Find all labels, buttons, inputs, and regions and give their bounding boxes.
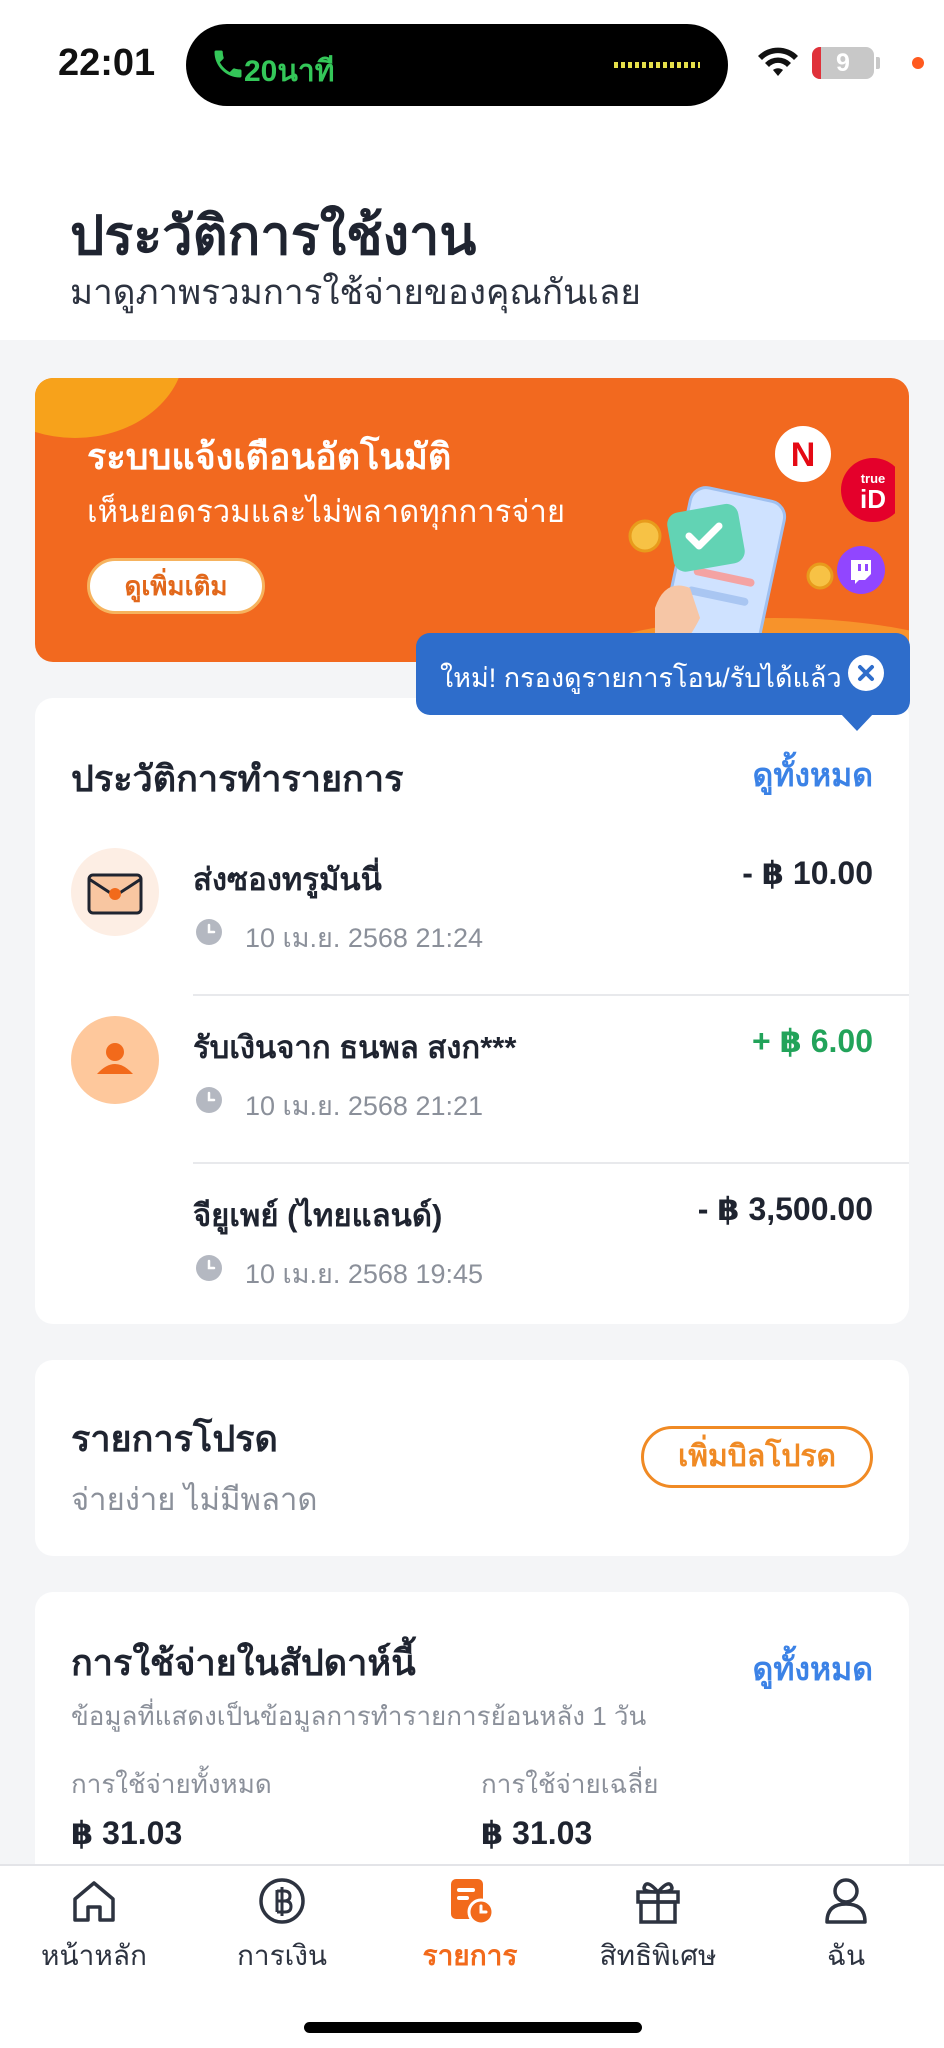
page-header: ประวัติการใช้งาน มาดูภาพรวมการใช้จ่ายของ… [0, 120, 944, 340]
svg-text:iD: iD [860, 484, 886, 514]
tooltip-text: ใหม่! กรองดูรายการโอน/รับได้แล้ว [440, 663, 842, 693]
baht-coin-icon [259, 1878, 305, 1924]
wifi-icon [758, 47, 798, 76]
transaction-amount: + ฿ 6.00 [751, 1023, 873, 1059]
close-icon [858, 665, 874, 681]
transaction-amount: - ฿ 3,500.00 [697, 1191, 873, 1227]
twitch-logo-icon [837, 546, 885, 594]
tab-profile[interactable]: ฉัน [752, 1874, 940, 1978]
auto-notification-banner[interactable]: ระบบแจ้งเตือนอัตโนมัติ เห็นยอดรวมและไม่พ… [35, 378, 909, 662]
battery-icon: 9 [812, 47, 874, 79]
favorites-card: รายการโปรด จ่ายง่าย ไม่มีพลาด เพิ่มบิลโป… [35, 1360, 909, 1556]
banner-title: ระบบแจ้งเตือนอัตโนมัติ [87, 436, 452, 477]
average-spending-value: ฿ 31.03 [481, 1815, 593, 1851]
transaction-amount: - ฿ 10.00 [742, 855, 873, 891]
battery-level: 9 [836, 49, 850, 77]
gift-icon [636, 1882, 680, 1924]
clock-icon [196, 1255, 222, 1281]
privacy-indicator-dot [912, 57, 924, 69]
transaction-history-card: ประวัติการทำรายการ ดูทั้งหมด ส่งซองทรูมั… [35, 698, 909, 1324]
transaction-time: 10 เม.ย. 2568 19:45 [245, 1259, 484, 1289]
battery-nub [876, 57, 880, 69]
tab-finance-label: การเงิน [236, 1940, 328, 1971]
tooltip-close-button[interactable] [848, 655, 884, 691]
average-spending-label: การใช้จ่ายเฉลี่ย [481, 1769, 659, 1799]
weekly-spending-title: การใช้จ่ายในสัปดาห์นี้ [71, 1642, 416, 1683]
tab-home[interactable]: หน้าหลัก [0, 1874, 188, 1978]
call-waveform [614, 62, 700, 68]
tab-home-label: หน้าหลัก [41, 1940, 147, 1971]
transaction-row[interactable]: รับเงินจาก ธนพล สงก*** 10 เม.ย. 2568 21:… [35, 996, 909, 1164]
envelope-icon [87, 873, 143, 915]
transaction-row[interactable]: จียูเพย์ (ไทยแลนด์) 10 เม.ย. 2568 19:45 … [35, 1164, 909, 1332]
phone-payment-illustration: N true iD [628, 426, 895, 662]
trueid-logo-icon: true iD [841, 458, 895, 522]
transaction-history-title: ประวัติการทำรายการ [71, 758, 404, 799]
see-more-button[interactable]: ดูเพิ่มเติม [87, 558, 265, 614]
tab-transactions[interactable]: รายการ [376, 1874, 564, 1978]
tab-privileges-label: สิทธิพิเศษ [599, 1940, 717, 1971]
weekly-spending-card: การใช้จ่ายในสัปดาห์นี้ ดูทั้งหมด ข้อมูลท… [35, 1592, 909, 1892]
page-subtitle: มาดูภาพรวมการใช้จ่ายของคุณกันเลย [70, 273, 641, 312]
transaction-name: จียูเพย์ (ไทยแลนด์) [193, 1198, 443, 1233]
favorites-subtitle: จ่ายง่าย ไม่มีพลาด [71, 1482, 318, 1517]
transaction-avatar [71, 848, 159, 936]
new-filter-tooltip: ใหม่! กรองดูรายการโอน/รับได้แล้ว [416, 633, 910, 715]
transaction-name: รับเงินจาก ธนพล สงก*** [193, 1030, 517, 1065]
weekly-spending-subtitle: ข้อมูลที่แสดงเป็นข้อมูลการทำรายการย้อนหล… [71, 1701, 647, 1731]
home-icon [73, 1881, 115, 1922]
transaction-list: ส่งซองทรูมันนี่ 10 เม.ย. 2568 21:24 - ฿ … [35, 828, 909, 1332]
status-time: 22:01 [58, 42, 156, 84]
tooltip-arrow [840, 713, 874, 731]
tab-profile-label: ฉัน [826, 1940, 866, 1971]
view-all-spending-link[interactable]: ดูทั้งหมด [753, 1644, 873, 1695]
banner-subtitle: เห็นยอดรวมและไม่พลาดทุกการจ่าย [87, 494, 566, 529]
view-all-transactions-link[interactable]: ดูทั้งหมด [753, 750, 873, 801]
call-duration: 20นาที [244, 55, 335, 88]
dynamic-island-call[interactable]: 20นาที [186, 24, 728, 106]
bottom-tab-bar: หน้าหลัก การเงิน รายการ สิทธิพิเศษ ฉัน [0, 1864, 944, 2048]
tab-privileges[interactable]: สิทธิพิเศษ [564, 1874, 752, 1978]
home-indicator [304, 2022, 642, 2033]
clock-icon [196, 1087, 222, 1113]
transaction-time: 10 เม.ย. 2568 21:24 [245, 923, 484, 953]
status-bar: 22:01 20นาที 9 [0, 0, 944, 120]
person-icon [97, 1043, 133, 1074]
phone-icon [214, 50, 242, 78]
transaction-name: ส่งซองทรูมันนี่ [193, 862, 382, 897]
total-spending-value: ฿ 31.03 [71, 1815, 183, 1851]
netflix-logo-icon: N [775, 426, 831, 482]
favorites-title: รายการโปรด [71, 1418, 278, 1459]
clock-icon [196, 919, 222, 945]
tab-transactions-label: รายการ [422, 1940, 518, 1971]
history-list-icon [451, 1879, 495, 1926]
transaction-avatar [71, 1016, 159, 1104]
svg-text:N: N [791, 436, 816, 474]
add-favorite-bill-button[interactable]: เพิ่มบิลโปรด [641, 1426, 873, 1488]
total-spending-label: การใช้จ่ายทั้งหมด [71, 1769, 272, 1799]
transaction-time: 10 เม.ย. 2568 21:21 [245, 1091, 484, 1121]
transaction-row[interactable]: ส่งซองทรูมันนี่ 10 เม.ย. 2568 21:24 - ฿ … [35, 828, 909, 996]
profile-icon [825, 1878, 867, 1924]
tab-finance[interactable]: การเงิน [188, 1874, 376, 1978]
